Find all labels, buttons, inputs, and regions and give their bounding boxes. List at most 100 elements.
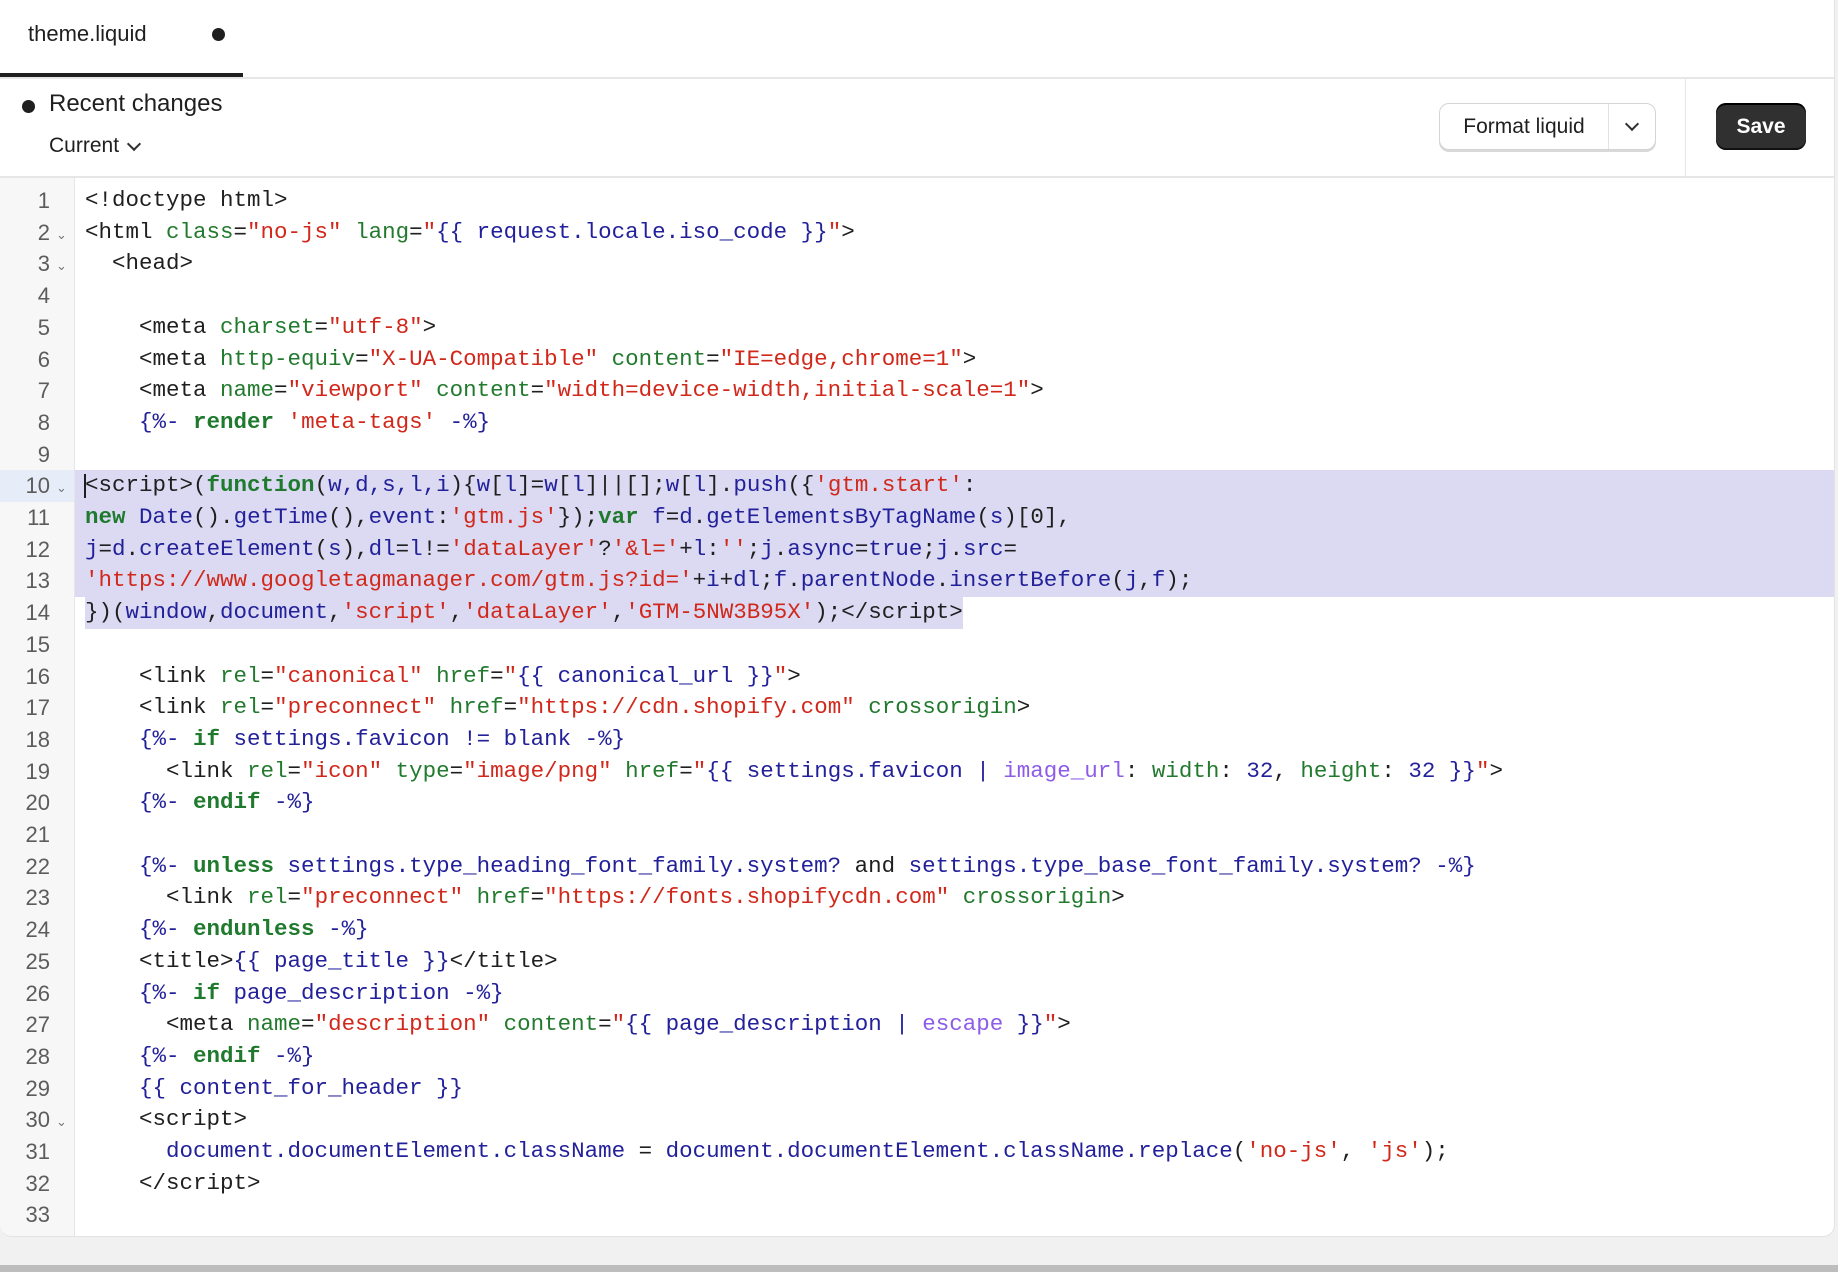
code-line[interactable]: 30 ⌄ <script> (0, 1104, 1834, 1136)
code-token: . (935, 567, 950, 594)
code-token: ( (1232, 1138, 1247, 1164)
code-line[interactable]: 27 <meta name="description" content="{{ … (0, 1009, 1834, 1041)
code-text: <script>(function(w,d,s,l,i){w[l]=w[l]||… (85, 470, 976, 502)
code-token: = (260, 662, 275, 689)
code-line[interactable]: 10 ⌄ <script>(function(w,d,s,l,i){w[l]=w[l… (0, 470, 1834, 502)
version-select[interactable]: Current (49, 134, 142, 158)
code-line[interactable]: 29 {{ content_for_header }} (0, 1073, 1834, 1105)
code-line[interactable]: 2 ⌄ <html class="no-js" lang="{{ request.l… (0, 217, 1834, 249)
line-number: 13 (25, 568, 50, 594)
fold-chevron-icon[interactable]: ⌄ (56, 219, 67, 251)
code-token: var (598, 504, 639, 530)
line-number: 5 (37, 314, 50, 340)
code-token: , (449, 599, 464, 626)
code-token: getTime (233, 504, 329, 530)
code-token: = (490, 662, 504, 689)
code-token: ? (598, 535, 612, 562)
code-line[interactable]: 8 {%- render 'meta-tags' -%} (0, 407, 1834, 439)
code-line[interactable]: 11 new Date().getTime(),event:'gtm.js'});… (0, 502, 1834, 534)
code-token: "X-UA-Compatible" (368, 345, 599, 372)
code-token: type (395, 757, 450, 784)
code-token: , (206, 599, 221, 626)
code-line[interactable]: 23 <link rel="preconnect" href="https://… (0, 882, 1834, 914)
code-text: new Date().getTime(),event:'gtm.js'});va… (85, 502, 1071, 534)
code-line[interactable]: 31 document.documentElement.className = … (0, 1136, 1834, 1168)
tab-theme-liquid[interactable]: theme.liquid (0, 0, 243, 77)
format-liquid-button[interactable]: Format liquid (1440, 104, 1609, 149)
code-line[interactable]: 18 {%- if settings.favicon != blank -%} (0, 724, 1834, 756)
bottom-bar (0, 1265, 1838, 1272)
code-token: s (989, 504, 1004, 530)
code-token: . (125, 535, 140, 562)
code-token: = (679, 757, 693, 784)
code-token: 'js' (1367, 1138, 1422, 1164)
code-token: . (773, 535, 788, 562)
line-number: 18 (25, 726, 50, 752)
code-line[interactable]: 4 (0, 280, 1834, 312)
code-line[interactable]: 13 'https://www.googletagmanager.com/gtm.… (0, 565, 1834, 598)
code-token: and (854, 852, 896, 879)
code-line[interactable]: 17 <link rel="preconnect" href="https://… (0, 692, 1834, 724)
line-number: 7 (37, 378, 50, 404)
code-line[interactable]: 21 (0, 819, 1834, 851)
code-token: 'GTM-5NW3B95X' (625, 599, 815, 626)
code-text: j=d.createElement(s),dl=l!='dataLayer'?'… (85, 534, 1017, 566)
code-line[interactable]: 28 {%- endif -%} (0, 1041, 1834, 1073)
code-token: </title> (449, 947, 558, 974)
code-line[interactable]: 15 (0, 629, 1834, 661)
fold-chevron-icon[interactable]: ⌄ (56, 250, 67, 282)
code-line[interactable]: 12 j=d.createElement(s),dl=l!='dataLayer'… (0, 533, 1834, 566)
code-line[interactable]: 20 {%- endif -%} (0, 787, 1834, 819)
code-line[interactable]: 24 {%- endunless -%} (0, 914, 1834, 946)
code-text: <meta name="description" content="{{ pag… (85, 1009, 1071, 1041)
code-token: {%- (85, 979, 194, 1006)
code-line[interactable]: 33 (0, 1199, 1834, 1231)
code-line[interactable]: 14})(window,document,'script','dataLayer… (0, 597, 1834, 629)
fold-chevron-icon[interactable]: ⌄ (56, 472, 67, 504)
code-line[interactable]: 6 <meta http-equiv="X-UA-Compatible" con… (0, 344, 1834, 376)
code-token: : (436, 504, 450, 530)
save-button[interactable]: Save (1716, 103, 1806, 150)
line-number: 32 (25, 1170, 50, 1196)
fold-chevron-icon[interactable]: ⌄ (56, 1106, 67, 1138)
code-line[interactable]: 19 <link rel="icon" type="image/png" hre… (0, 756, 1834, 788)
code-token: page_description -%} (220, 979, 504, 1006)
code-line[interactable]: 7 <meta name="viewport" content="width=d… (0, 375, 1834, 407)
code-token: name (247, 1011, 302, 1038)
code-line[interactable]: 3 ⌄ <head> (0, 248, 1834, 280)
code-token: endif (193, 1042, 261, 1069)
code-line[interactable]: 1 <!doctype html> (0, 185, 1834, 217)
code-token: ; (760, 567, 774, 594)
code-token: , (328, 599, 342, 626)
code-line[interactable]: 16 <link rel="canonical" href="{{ canoni… (0, 661, 1834, 693)
code-line[interactable]: 9 (0, 439, 1834, 471)
code-token: l (409, 535, 423, 562)
line-number: 17 (25, 695, 50, 721)
code-token: > (841, 218, 855, 245)
code-area[interactable]: 1 <!doctype html> 2 ⌄ <html class="no-js" la… (0, 178, 1834, 1236)
code-line[interactable]: 32 </script> (0, 1168, 1834, 1200)
code-token: class (166, 218, 234, 245)
line-number: 8 (37, 409, 50, 435)
code-line[interactable]: 25 <title>{{ page_title }}</title> (0, 946, 1834, 978)
code-line[interactable]: 26 {%- if page_description -%} (0, 978, 1834, 1010)
line-number: 28 (25, 1043, 50, 1069)
code-token: = (233, 218, 248, 245)
format-options-dropdown[interactable] (1609, 104, 1655, 149)
code-line[interactable]: 22 {%- unless settings.type_heading_font… (0, 851, 1834, 883)
code-line[interactable]: 5 <meta charset="utf-8"> (0, 312, 1834, 344)
code-token: Date (139, 504, 194, 530)
code-token: }} (1003, 1011, 1044, 1038)
code-token: > (787, 662, 801, 689)
code-token: > (1057, 1011, 1071, 1038)
recent-changes-label: Recent changes (49, 90, 223, 117)
code-token: '&l=' (611, 535, 680, 562)
code-token: "no-js" (247, 218, 342, 245)
code-token: + (679, 535, 693, 562)
code-token: <link (85, 694, 221, 721)
